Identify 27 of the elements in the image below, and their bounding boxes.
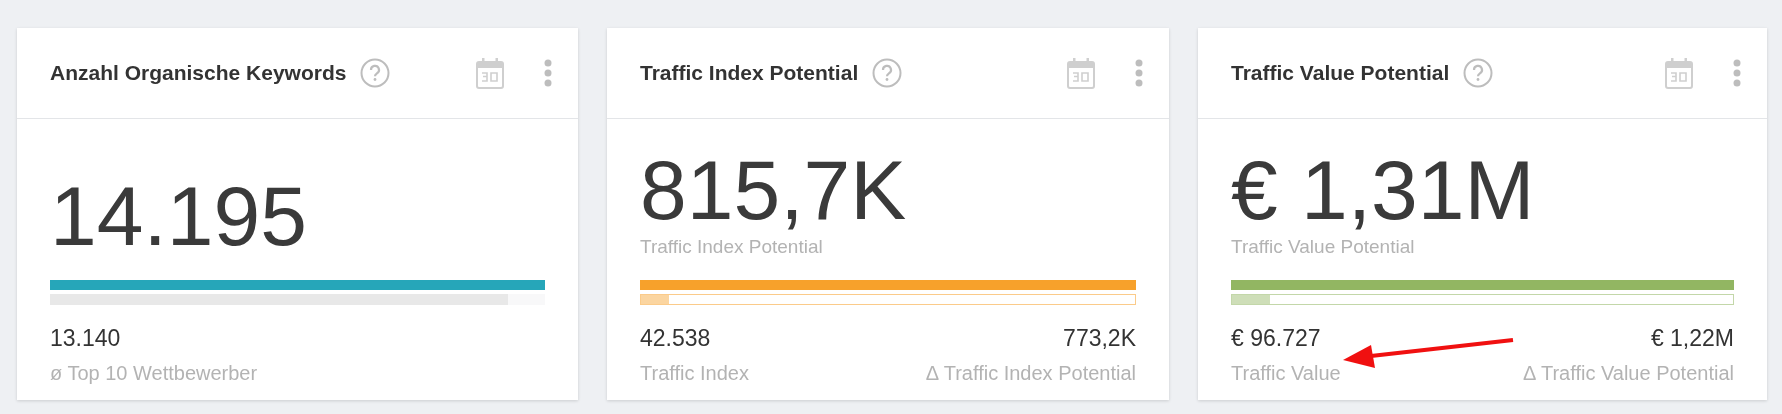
metric-value: 815,7K xyxy=(640,148,907,232)
stat-value: 42.538 xyxy=(640,325,711,352)
card-title: Anzahl Organische Keywords xyxy=(50,61,347,85)
calendar-icon[interactable] xyxy=(476,57,504,89)
metric-label: Traffic Value Potential xyxy=(1231,236,1415,258)
help-icon[interactable] xyxy=(360,58,391,88)
calendar-icon[interactable] xyxy=(1665,57,1693,89)
stat-label: Traffic Value xyxy=(1231,362,1341,385)
stat-label: Traffic Index xyxy=(640,362,749,385)
more-menu-icon[interactable] xyxy=(1135,59,1143,87)
card-title: Traffic Index Potential xyxy=(640,61,859,85)
calendar-icon[interactable] xyxy=(1067,57,1095,89)
help-icon[interactable] xyxy=(872,58,903,88)
more-menu-icon[interactable] xyxy=(544,59,552,87)
stat-label: ø Top 10 Wettbewerber xyxy=(50,362,258,385)
stat-label: Δ Traffic Index Potential xyxy=(925,362,1136,385)
stat-value: 773,2K xyxy=(1063,325,1136,352)
stat-value: € 1,22M xyxy=(1650,325,1734,352)
metric-value: 14.195 xyxy=(50,174,307,258)
stat-value: 13.140 xyxy=(50,325,121,352)
metric-label: Traffic Index Potential xyxy=(640,236,823,258)
card-title: Traffic Value Potential xyxy=(1231,61,1450,85)
metric-value: € 1,31M xyxy=(1231,148,1535,232)
help-icon[interactable] xyxy=(1463,58,1494,88)
stat-value: € 96.727 xyxy=(1231,325,1321,352)
stat-label: Δ Traffic Value Potential xyxy=(1523,362,1734,385)
more-menu-icon[interactable] xyxy=(1733,59,1741,87)
